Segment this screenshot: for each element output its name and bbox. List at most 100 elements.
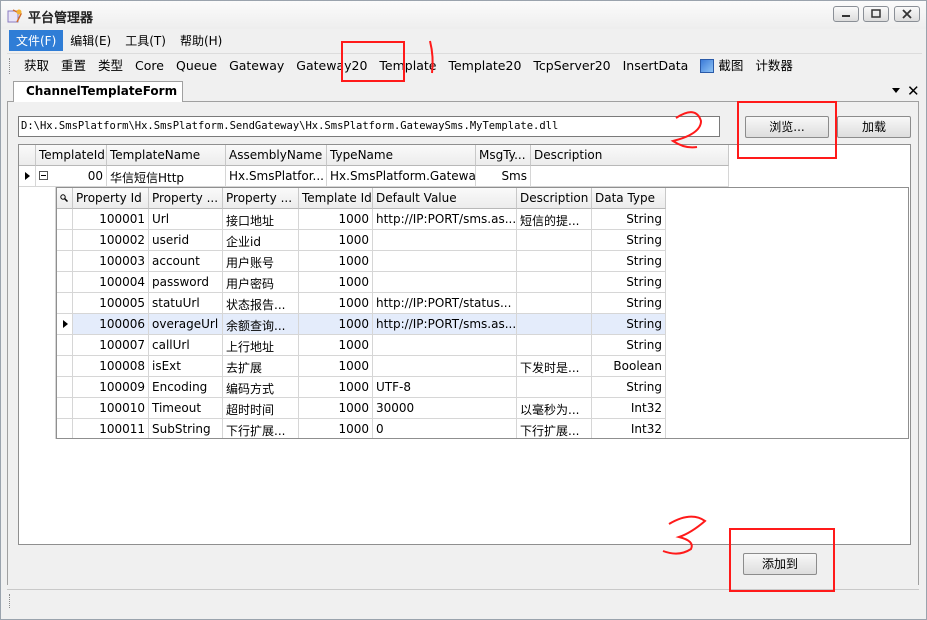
cell-template-id: 1000 xyxy=(299,335,373,356)
maximize-button[interactable] xyxy=(863,6,889,22)
cell-property-id: 100001 xyxy=(73,209,149,230)
cell-default-value: 30000 xyxy=(373,398,517,419)
browse-button[interactable]: 浏览... xyxy=(745,116,829,138)
search-icon xyxy=(60,194,68,202)
cell-property-name: Timeout xyxy=(149,398,223,419)
toolbar-queue[interactable]: Queue xyxy=(170,55,223,77)
col-property-id[interactable]: Property Id xyxy=(73,188,149,209)
row-indicator xyxy=(57,419,73,438)
cell-property-name: SubString xyxy=(149,419,223,438)
toolbar-gateway[interactable]: Gateway xyxy=(223,55,290,77)
cell-property-label: 接口地址 xyxy=(223,209,299,230)
menu-tools[interactable]: 工具(T) xyxy=(118,30,173,51)
picture-icon xyxy=(700,58,715,73)
row-indicator xyxy=(57,356,73,377)
cell-property-label: 企业id xyxy=(223,230,299,251)
toolbar-type[interactable]: 类型 xyxy=(92,55,129,77)
cell-template-id: 1000 xyxy=(299,356,373,377)
col-template-id[interactable]: Template Id xyxy=(299,188,373,209)
col-property-label[interactable]: Property ... xyxy=(223,188,299,209)
cell-property-label: 下行扩展... xyxy=(223,419,299,438)
row-indicator xyxy=(57,377,73,398)
cell-property-label: 用户密码 xyxy=(223,272,299,293)
table-row[interactable]: 100001 Url 接口地址 1000 http://IP:PORT/sms.as..… xyxy=(57,209,666,230)
cell-property-id: 100009 xyxy=(73,377,149,398)
table-row[interactable]: 100006 overageUrl 余额查询... 1000 http://IP:POR… xyxy=(57,314,666,335)
col-detail-description[interactable]: Description xyxy=(517,188,592,209)
table-row[interactable]: 100002 userid 企业id 1000 String xyxy=(57,230,666,251)
detail-indent xyxy=(36,187,56,439)
table-row[interactable]: 100011 SubString 下行扩展... 1000 0 下行扩展... Int32 xyxy=(57,419,666,438)
tab-dropdown-icon[interactable] xyxy=(891,86,901,94)
table-row[interactable]: 00 华信短信Http Hx.SmsPlatfor... Hx.SmsPlatf… xyxy=(19,166,729,187)
toolbar-reset[interactable]: 重置 xyxy=(55,55,92,77)
table-row[interactable]: 100003 account 用户账号 1000 String xyxy=(57,251,666,272)
document-tabstrip: ChannelTemplateForm ✕ xyxy=(7,81,920,102)
cell-property-name: overageUrl xyxy=(149,314,223,335)
cell-data-type: String xyxy=(592,272,666,293)
property-grid[interactable]: Property Id Property ... Property ... Te… xyxy=(56,187,909,439)
col-assemblyname[interactable]: AssemblyName xyxy=(226,145,327,166)
col-msgtype[interactable]: MsgTy... xyxy=(476,145,531,166)
toolbar-gateway20[interactable]: Gateway20 xyxy=(290,55,373,77)
col-data-type[interactable]: Data Type xyxy=(592,188,666,209)
cell-property-label: 编码方式 xyxy=(223,377,299,398)
cell-property-id: 100011 xyxy=(73,419,149,438)
table-row[interactable]: 100004 password 用户密码 1000 String xyxy=(57,272,666,293)
toolbar-template20[interactable]: Template20 xyxy=(442,55,527,77)
cell-template-id: 1000 xyxy=(299,419,373,438)
collapse-icon[interactable] xyxy=(39,171,49,181)
toolbar-core[interactable]: Core xyxy=(129,55,170,77)
cell-property-name: Url xyxy=(149,209,223,230)
load-button[interactable]: 加载 xyxy=(837,116,911,138)
toolbar-tcpserver20[interactable]: TcpServer20 xyxy=(527,55,616,77)
cell-template-id: 1000 xyxy=(299,272,373,293)
row-indicator xyxy=(57,335,73,356)
toolbar-counter[interactable]: 计数器 xyxy=(749,55,799,77)
cell-data-type: String xyxy=(592,251,666,272)
menu-edit[interactable]: 编辑(E) xyxy=(63,30,118,51)
dll-path-field[interactable]: D:\Hx.SmsPlatform\Hx.SmsPlatform.SendGat… xyxy=(18,116,720,137)
cell-template-id: 1000 xyxy=(299,377,373,398)
add-to-button[interactable]: 添加到 xyxy=(743,553,817,575)
title-bar[interactable]: 平台管理器 xyxy=(1,1,926,29)
tab-close-icon[interactable]: ✕ xyxy=(907,82,920,100)
template-grid[interactable]: TemplateId TemplateName AssemblyName Typ… xyxy=(18,144,911,545)
toolbar-template[interactable]: Template xyxy=(373,55,442,77)
table-row[interactable]: 100009 Encoding 编码方式 1000 UTF-8 String xyxy=(57,377,666,398)
cell-property-name: callUrl xyxy=(149,335,223,356)
cell-property-label: 去扩展 xyxy=(223,356,299,377)
tab-channel-template-form[interactable]: ChannelTemplateForm xyxy=(13,81,183,102)
toolbar-screenshot[interactable]: 截图 xyxy=(694,55,749,77)
master-header-row: TemplateId TemplateName AssemblyName Typ… xyxy=(19,145,729,166)
search-header-cell[interactable] xyxy=(57,188,73,209)
maximize-icon xyxy=(871,9,881,18)
cell-property-id: 100002 xyxy=(73,230,149,251)
toolbar-fetch[interactable]: 获取 xyxy=(18,55,55,77)
col-templateid[interactable]: TemplateId xyxy=(36,145,107,166)
toolbar-insertdata[interactable]: InsertData xyxy=(617,55,695,77)
col-default-value[interactable]: Default Value xyxy=(373,188,517,209)
cell-property-id: 100003 xyxy=(73,251,149,272)
menu-file[interactable]: 文件(F) xyxy=(9,30,64,51)
cell-templateid-value: 00 xyxy=(87,169,103,183)
table-row[interactable]: 100007 callUrl 上行地址 1000 String xyxy=(57,335,666,356)
cell-default-value xyxy=(373,272,517,293)
col-templatename[interactable]: TemplateName xyxy=(107,145,226,166)
cell-property-id: 100004 xyxy=(73,272,149,293)
cell-data-type: Int32 xyxy=(592,419,666,438)
close-button[interactable] xyxy=(894,6,920,22)
table-row[interactable]: 100005 statuUrl 状态报告... 1000 http://IP:PORT/… xyxy=(57,293,666,314)
minimize-button[interactable] xyxy=(833,6,859,22)
cell-default-value xyxy=(373,356,517,377)
col-typename[interactable]: TypeName xyxy=(327,145,476,166)
cell-property-id: 100010 xyxy=(73,398,149,419)
table-row[interactable]: 100008 isExt 去扩展 1000 下发时是... Boolean xyxy=(57,356,666,377)
cell-data-type: String xyxy=(592,293,666,314)
table-row[interactable]: 100010 Timeout 超时时间 1000 30000 以毫秒为... Int32 xyxy=(57,398,666,419)
menu-help[interactable]: 帮助(H) xyxy=(173,30,229,51)
col-property-name[interactable]: Property ... xyxy=(149,188,223,209)
toolbar-grip[interactable] xyxy=(9,57,12,74)
cell-description xyxy=(517,251,592,272)
col-description[interactable]: Description xyxy=(531,145,729,166)
